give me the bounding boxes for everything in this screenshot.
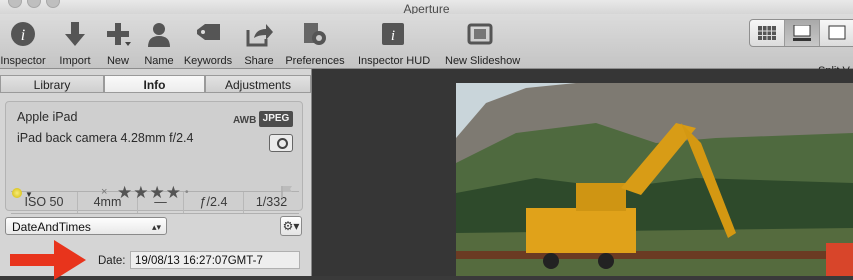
metadata-view-select[interactable]: DateAndTimes ▴▾	[5, 217, 167, 235]
color-label-icon[interactable]	[12, 188, 22, 198]
preferences-label: Preferences	[285, 55, 345, 67]
reject-button[interactable]: ×	[101, 186, 107, 198]
star-rating[interactable]: ★★★★	[117, 183, 182, 203]
viewer-view-button[interactable]	[820, 20, 853, 46]
close-window-button[interactable]	[8, 0, 22, 8]
tab-adjustments[interactable]: Adjustments	[205, 75, 311, 93]
format-badge: JPEG	[259, 111, 293, 127]
zoom-window-button[interactable]	[46, 0, 60, 8]
view-mode-control	[749, 19, 853, 47]
svg-text:i: i	[391, 28, 395, 44]
preferences-button[interactable]: Preferences	[285, 18, 345, 67]
inspector-hud-button[interactable]: i Inspector HUD	[358, 18, 430, 67]
import-arrow-icon	[65, 22, 85, 46]
rating-row: ▼ × ★★★★ •	[5, 183, 299, 205]
filmstrip-view-button[interactable]	[785, 20, 820, 46]
lens-info: iPad back camera 4.28mm f/2.4	[17, 131, 194, 145]
fifth-star-placeholder[interactable]: •	[185, 187, 189, 198]
inspector-tabs: Library Info Adjustments	[0, 75, 311, 93]
image-viewer	[312, 69, 853, 276]
date-label: Date:	[98, 255, 126, 267]
window-titlebar: Aperture	[0, 0, 853, 15]
inspector-hud-label: Inspector HUD	[358, 55, 431, 67]
grid-icon	[758, 26, 776, 40]
photo-image[interactable]	[456, 83, 853, 276]
tab-info[interactable]: Info	[104, 75, 205, 93]
info-circle-icon: i	[11, 22, 35, 46]
flag-icon[interactable]	[280, 185, 294, 199]
chevron-down-icon[interactable]: ▼	[25, 190, 33, 199]
grid-view-button[interactable]	[750, 20, 785, 46]
share-button[interactable]: Share	[244, 18, 274, 67]
viewer-icon	[828, 25, 846, 40]
metadata-action-button[interactable]: ⚙▾	[280, 216, 302, 236]
metadata-view-value: DateAndTimes	[12, 220, 91, 234]
main-toolbar: i Inspector Import New Name Keywords Sha…	[0, 14, 853, 77]
camera-model: Apple iPad	[17, 110, 78, 124]
white-balance-label: AWB	[233, 115, 257, 126]
name-button[interactable]: Name	[144, 18, 174, 67]
person-icon	[148, 23, 170, 47]
red-arrow-annotation	[10, 240, 86, 280]
gear-icon: ⚙▾	[282, 219, 300, 233]
share-icon	[246, 24, 273, 47]
plus-icon	[107, 23, 131, 46]
slideshow-icon	[467, 23, 493, 45]
tag-icon	[197, 24, 220, 40]
inspector-pane: Library Info Adjustments Apple iPad iPad…	[0, 69, 312, 280]
camera-icon	[269, 134, 293, 152]
inspector-button[interactable]: i Inspector	[0, 18, 46, 67]
filmstrip-icon	[793, 25, 811, 41]
chevron-updown-icon: ▴▾	[151, 222, 161, 232]
date-field[interactable]: 19/08/13 16:27:07GMT-7	[130, 251, 300, 269]
svg-text:i: i	[21, 27, 25, 44]
keywords-button[interactable]: Keywords	[184, 18, 232, 67]
gear-icon	[304, 23, 326, 45]
tab-library[interactable]: Library	[0, 75, 104, 93]
info-hud-icon: i	[382, 23, 404, 45]
new-slideshow-button[interactable]: New Slideshow	[445, 18, 520, 67]
new-slideshow-label: New Slideshow	[445, 55, 521, 67]
minimize-window-button[interactable]	[27, 0, 41, 8]
